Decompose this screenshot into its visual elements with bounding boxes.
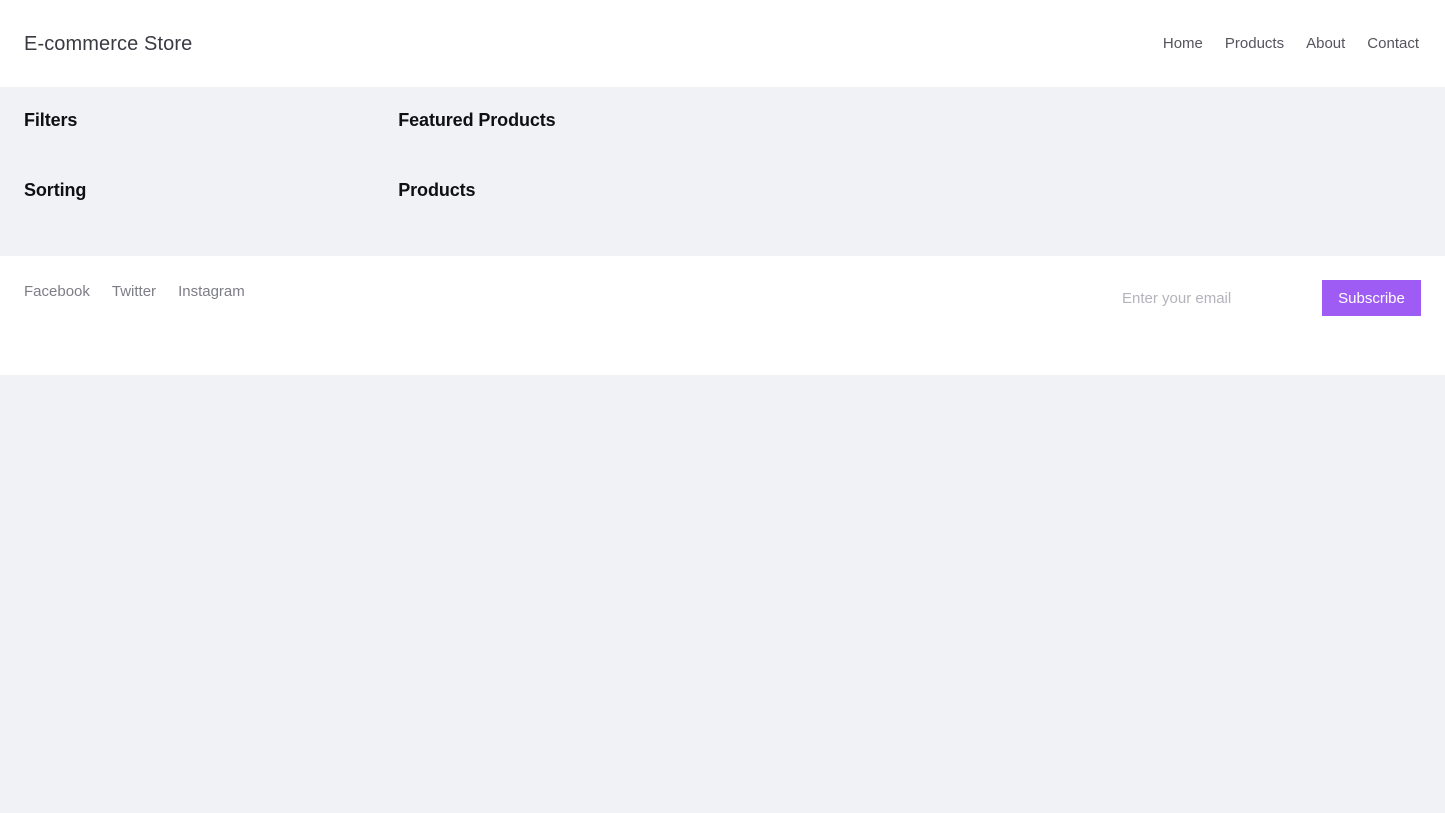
- site-header: E-commerce Store Home Products About Con…: [0, 0, 1445, 87]
- featured-products-section: Featured Products: [398, 110, 1421, 131]
- nav-item-contact[interactable]: Contact: [1367, 36, 1419, 51]
- nav-item-home[interactable]: Home: [1163, 36, 1203, 51]
- featured-products-heading: Featured Products: [398, 110, 556, 130]
- sorting-heading: Sorting: [24, 179, 87, 200]
- content-area: Filters Sorting Featured Products Produc…: [0, 87, 1445, 256]
- social-link-twitter[interactable]: Twitter: [112, 284, 156, 299]
- sorting-panel: Sorting: [24, 179, 373, 201]
- social-links: Facebook Twitter Instagram: [24, 280, 245, 299]
- subscribe-button[interactable]: Subscribe: [1322, 280, 1421, 316]
- products-section: Products: [398, 179, 1421, 201]
- social-link-instagram[interactable]: Instagram: [178, 284, 245, 299]
- filters-heading: Filters: [24, 110, 78, 130]
- brand-title: E-commerce Store: [24, 32, 193, 55]
- newsletter-form: Subscribe: [1110, 280, 1421, 316]
- filters-panel: Filters: [24, 110, 373, 131]
- main-navigation: Home Products About Contact: [1163, 36, 1421, 51]
- sidebar: Filters Sorting: [24, 110, 373, 201]
- site-footer: Facebook Twitter Instagram Subscribe: [0, 256, 1445, 375]
- email-field[interactable]: [1110, 280, 1322, 316]
- products-heading: Products: [398, 179, 476, 200]
- nav-item-products[interactable]: Products: [1225, 36, 1284, 51]
- social-link-facebook[interactable]: Facebook: [24, 284, 90, 299]
- nav-item-about[interactable]: About: [1306, 36, 1345, 51]
- main-column: Featured Products Products: [373, 110, 1421, 201]
